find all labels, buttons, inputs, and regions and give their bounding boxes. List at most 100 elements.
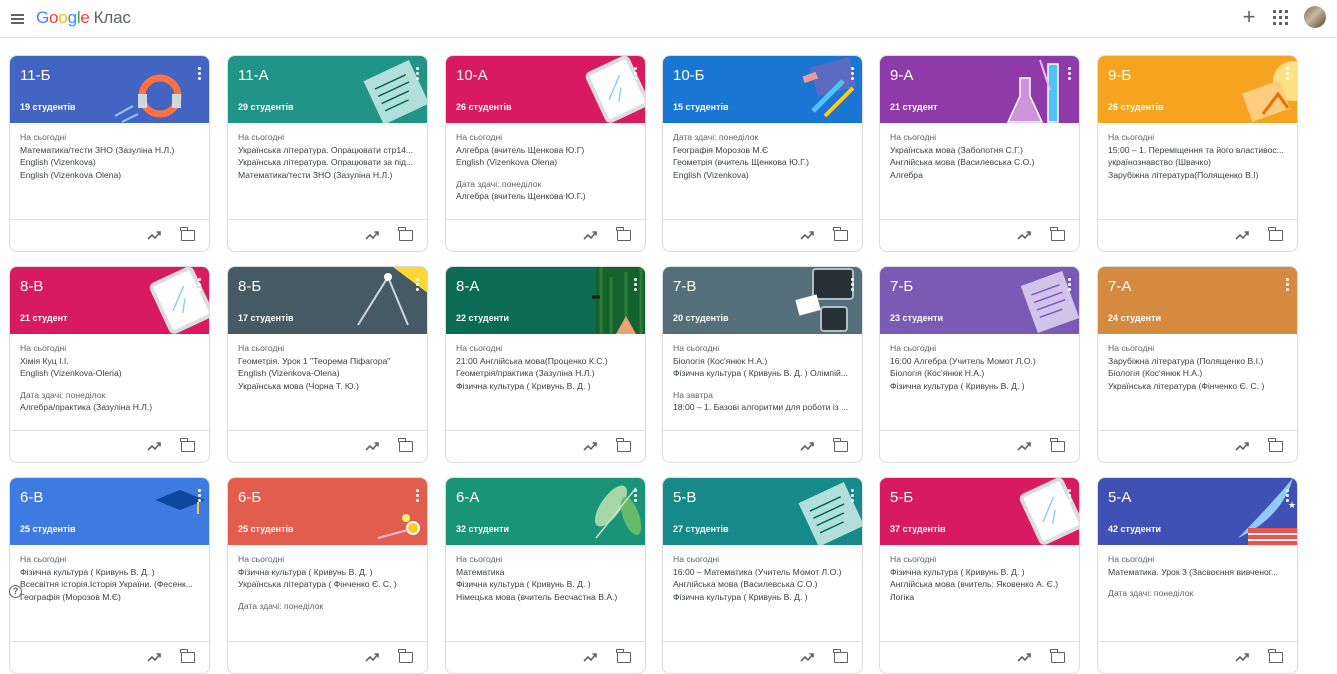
folder-icon[interactable] <box>1268 649 1283 663</box>
more-options-icon[interactable] <box>1068 67 1072 81</box>
account-avatar[interactable] <box>1304 6 1326 28</box>
assignment-link[interactable]: Алгебра <box>890 169 1072 182</box>
assignment-link[interactable]: Фізична культура ( Кривунь В. Д. ) <box>890 566 1072 579</box>
more-options-icon[interactable] <box>634 489 638 503</box>
assignment-link[interactable]: Біологія (Кос'янюк Н.А.) <box>673 355 855 368</box>
class-card[interactable]: 7-Б 23 студенти На сьогодні 16:00 Алгебра (… <box>879 266 1080 463</box>
class-name-link[interactable]: 7-В <box>673 278 696 295</box>
assignment-link[interactable]: Логіка <box>890 591 1072 604</box>
class-name-link[interactable]: 9-А <box>890 67 913 84</box>
trending-up-icon[interactable] <box>1235 651 1249 663</box>
class-card[interactable]: 10-Б 15 студентів Дата здачі: понеділок Гео… <box>662 55 863 252</box>
assignment-link[interactable]: Українська література ( Фінченко Є. С. ) <box>238 578 420 591</box>
class-name-link[interactable]: 7-А <box>1108 278 1131 295</box>
more-options-icon[interactable] <box>851 67 855 81</box>
folder-icon[interactable] <box>180 438 195 452</box>
add-class-button[interactable]: + <box>1238 6 1260 29</box>
class-name-link[interactable]: 7-Б <box>890 278 913 295</box>
assignment-link[interactable]: 18:00 – 1. Базові алгоритми для роботи і… <box>673 401 855 414</box>
assignment-link[interactable]: Математика/тести ЗНО (Зазуліна Н.Л.) <box>20 144 202 157</box>
folder-icon[interactable] <box>398 227 413 241</box>
assignment-link[interactable]: Фізична культура ( Кривунь В. Д. ) <box>890 380 1072 393</box>
more-options-icon[interactable] <box>851 278 855 292</box>
assignment-link[interactable]: English (Vizenkova Olena) <box>20 169 202 182</box>
class-card[interactable]: 11-Б 19 студентів На сьогодні Математика/те… <box>9 55 210 252</box>
trending-up-icon[interactable] <box>365 440 379 452</box>
more-options-icon[interactable] <box>416 67 420 81</box>
trending-up-icon[interactable] <box>365 651 379 663</box>
folder-icon[interactable] <box>1268 227 1283 241</box>
more-options-icon[interactable] <box>198 489 202 503</box>
trending-up-icon[interactable] <box>1017 651 1031 663</box>
trending-up-icon[interactable] <box>1235 440 1249 452</box>
assignment-link[interactable]: 21:00 Англійська мова(Проценко К.С.) <box>456 355 638 368</box>
class-card-banner[interactable]: 8-В 21 студент <box>10 267 209 334</box>
class-card[interactable]: 8-А 22 студенти На сьогодні 21:00 Англійськ… <box>445 266 646 463</box>
class-name-link[interactable]: 11-Б <box>20 67 50 84</box>
trending-up-icon[interactable] <box>1017 229 1031 241</box>
folder-icon[interactable] <box>1050 438 1065 452</box>
more-options-icon[interactable] <box>416 489 420 503</box>
assignment-link[interactable]: українознавство (Швачко) <box>1108 156 1290 169</box>
folder-icon[interactable] <box>1268 438 1283 452</box>
more-options-icon[interactable] <box>1286 67 1290 81</box>
assignment-link[interactable]: Алгебра (вчитель Щенкова Ю.Г.) <box>456 190 638 203</box>
class-name-link[interactable]: 11-А <box>238 67 269 84</box>
folder-icon[interactable] <box>1050 227 1065 241</box>
class-card-banner[interactable]: 6-Б 25 студентів <box>228 478 427 545</box>
trending-up-icon[interactable] <box>1235 229 1249 241</box>
assignment-link[interactable]: Фізична культура ( Кривунь В. Д. ) <box>456 578 638 591</box>
class-card[interactable]: 6-В 25 студентів На сьогодні Фізична культу… <box>9 477 210 674</box>
assignment-link[interactable]: 15:00 – 1. Переміщення та його властивос… <box>1108 144 1290 157</box>
class-card-banner[interactable]: 9-А 21 студент <box>880 56 1079 123</box>
assignment-link[interactable]: Англійська мова (вчитель: Яковенко А. Є.… <box>890 578 1072 591</box>
more-options-icon[interactable] <box>416 278 420 292</box>
assignment-link[interactable]: Біологія (Кос'янюк Н.А.) <box>890 367 1072 380</box>
folder-icon[interactable] <box>1050 649 1065 663</box>
class-card-banner[interactable]: ★ 5-А 42 студенти <box>1098 478 1297 545</box>
class-card[interactable]: 8-В 21 студент На сьогодні Хімія Куц І.І. En… <box>9 266 210 463</box>
assignment-link[interactable]: Англійська мова (Василевська С.О.) <box>673 578 855 591</box>
assignment-link[interactable]: Фізична культура ( Кривунь В. Д. ) Олімп… <box>673 367 855 380</box>
class-name-link[interactable]: 9-Б <box>1108 67 1131 84</box>
folder-icon[interactable] <box>180 227 195 241</box>
assignment-link[interactable]: Українська література (Фінченко Є. С. ) <box>1108 380 1290 393</box>
assignment-link[interactable]: 16:00 Алгебра (Учитель Момот Л.О.) <box>890 355 1072 368</box>
class-name-link[interactable]: 8-А <box>456 278 479 295</box>
class-card[interactable]: 7-В 20 студентів На сьогодні Біологія (Кос'… <box>662 266 863 463</box>
class-card-banner[interactable]: 5-В 27 студентів <box>663 478 862 545</box>
class-card-banner[interactable]: 11-Б 19 студентів <box>10 56 209 123</box>
assignment-link[interactable]: Біологія (Кос'янюк Н.А.) <box>1108 367 1290 380</box>
class-card-banner[interactable]: 7-А 24 студенти <box>1098 267 1297 334</box>
more-options-icon[interactable] <box>851 489 855 503</box>
class-card-banner[interactable]: 7-В 20 студентів <box>663 267 862 334</box>
class-name-link[interactable]: 5-В <box>673 489 696 506</box>
folder-icon[interactable] <box>398 649 413 663</box>
class-card[interactable]: 5-В 27 студентів На сьогодні 16:00 – Матема… <box>662 477 863 674</box>
trending-up-icon[interactable] <box>147 440 161 452</box>
class-name-link[interactable]: 10-Б <box>673 67 705 84</box>
class-name-link[interactable]: 5-Б <box>890 489 913 506</box>
assignment-link[interactable]: Фізична культура ( Кривунь В. Д. ) <box>673 591 855 604</box>
assignment-link[interactable]: Всесвітня історія.Історія України. (Фесе… <box>20 578 202 591</box>
assignment-link[interactable]: Географія (Морозов М.Є) <box>20 591 202 604</box>
folder-icon[interactable] <box>833 227 848 241</box>
trending-up-icon[interactable] <box>583 440 597 452</box>
trending-up-icon[interactable] <box>365 229 379 241</box>
folder-icon[interactable] <box>180 649 195 663</box>
class-card[interactable]: ★ 5-А 42 студенти На сьогодні Математика. Ур… <box>1097 477 1298 674</box>
assignment-link[interactable]: English (Vizenkova Olena) <box>456 156 638 169</box>
assignment-link[interactable]: Геометрія (вчитель Щенкова Ю.Г.) <box>673 156 855 169</box>
class-name-link[interactable]: 10-А <box>456 67 488 84</box>
class-card-banner[interactable]: 8-Б 17 студентів <box>228 267 427 334</box>
more-options-icon[interactable] <box>1068 278 1072 292</box>
folder-icon[interactable] <box>616 649 631 663</box>
assignment-link[interactable]: Зарубіжна література (Полященко В.І.) <box>1108 355 1290 368</box>
class-card[interactable]: 7-А 24 студенти На сьогодні Зарубіжна літер… <box>1097 266 1298 463</box>
class-name-link[interactable]: 6-А <box>456 489 479 506</box>
more-options-icon[interactable] <box>634 67 638 81</box>
class-name-link[interactable]: 6-В <box>20 489 43 506</box>
class-card[interactable]: 6-А 32 студенти На сьогодні Математика Фізич… <box>445 477 646 674</box>
trending-up-icon[interactable] <box>800 651 814 663</box>
more-options-icon[interactable] <box>1068 489 1072 503</box>
